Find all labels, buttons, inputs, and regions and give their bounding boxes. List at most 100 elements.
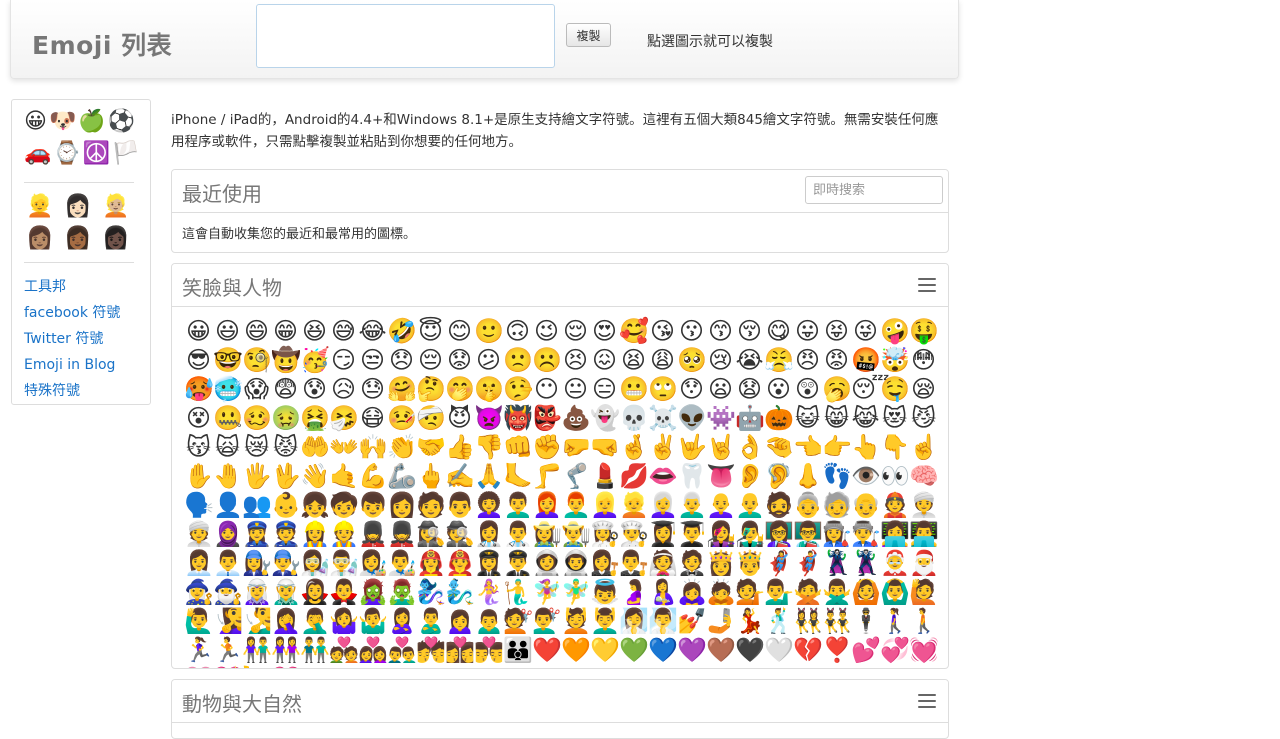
emoji-item[interactable]: 💜 (677, 636, 707, 665)
emoji-item[interactable]: 👨‍🚀 (561, 549, 591, 578)
emoji-item[interactable]: 👱 (619, 491, 649, 520)
emoji-item[interactable]: 👫 (242, 636, 272, 665)
emoji-item[interactable]: 👩‍🍳 (590, 520, 620, 549)
emoji-item[interactable]: 👯‍♀️ (793, 607, 823, 636)
emoji-item[interactable]: 💇‍♂️ (532, 607, 562, 636)
emoji-item[interactable]: 🕵️ (445, 520, 475, 549)
emoji-item[interactable]: 😌 (561, 317, 590, 346)
emoji-item[interactable]: 🤕 (416, 404, 446, 433)
emoji-item[interactable]: 👥 (242, 491, 272, 520)
emoji-item[interactable]: 👇 (880, 433, 910, 462)
emoji-item[interactable]: 👨‍🎓 (677, 520, 707, 549)
emoji-item[interactable]: 👄 (648, 462, 678, 491)
emoji-item[interactable]: 🏃‍♀️ (184, 636, 214, 665)
emoji-item[interactable]: 🦿 (561, 462, 591, 491)
emoji-item[interactable]: 👷‍♀️ (300, 520, 330, 549)
emoji-item[interactable]: 👨‍🚒 (445, 549, 475, 578)
emoji-item[interactable]: 👦 (358, 491, 388, 520)
emoji-item[interactable]: 🗣️ (184, 491, 214, 520)
emoji-item[interactable]: 🤬 (851, 346, 881, 375)
emoji-item[interactable]: 😐 (561, 375, 590, 404)
emoji-item[interactable]: 👨‍✈️ (503, 549, 533, 578)
emoji-item[interactable]: 🧠 (909, 462, 939, 491)
emoji-item[interactable]: 💖 (213, 665, 243, 668)
emoji-item[interactable]: 👱‍♀️ (590, 491, 620, 520)
emoji-item[interactable]: 🖕 (416, 462, 446, 491)
emoji-item[interactable]: 💔 (793, 636, 823, 665)
emoji-item[interactable]: 👨‍⚖️ (619, 549, 649, 578)
emoji-item[interactable]: 🧓 (822, 491, 852, 520)
emoji-item[interactable]: ❤️ (532, 636, 562, 665)
emoji-item[interactable]: 🙅‍♂️ (822, 578, 852, 607)
emoji-item[interactable]: 😬 (619, 375, 649, 404)
emoji-item[interactable]: 🙋 (909, 578, 939, 607)
emoji-item[interactable]: 🤛 (561, 433, 591, 462)
emoji-item[interactable]: 👩‍🚒 (416, 549, 446, 578)
emoji-item[interactable]: 😚 (735, 317, 764, 346)
emoji-item[interactable]: 👨‍💼 (213, 549, 243, 578)
emoji-item[interactable]: 😩 (648, 346, 677, 375)
emoji-item[interactable]: 👨‍⚕️ (503, 520, 533, 549)
emoji-item[interactable]: 👃 (793, 462, 823, 491)
emoji-item[interactable]: 💙 (648, 636, 678, 665)
emoji-item[interactable]: 🙇‍♀️ (677, 578, 707, 607)
emoji-item[interactable]: 🧚‍♂️ (561, 578, 591, 607)
emoji-item[interactable]: 👨‍🎨 (387, 549, 417, 578)
emoji-item[interactable]: 👩‍🏫 (764, 520, 794, 549)
emoji-item[interactable]: 🚶 (909, 607, 939, 636)
emoji-item[interactable]: 🤤 (880, 375, 910, 404)
emoji-item[interactable]: 🧝‍♀️ (242, 578, 272, 607)
emoji-item[interactable]: 🧞‍♀️ (416, 578, 446, 607)
emoji-item[interactable]: 🤣 (387, 317, 417, 346)
emoji-item[interactable]: 💄 (590, 462, 620, 491)
emoji-item[interactable]: 🧏‍♀️ (213, 607, 243, 636)
emoji-item[interactable]: 🥺 (677, 346, 707, 375)
emoji-item[interactable]: 🧝‍♂️ (271, 578, 301, 607)
emoji-item[interactable]: 😒 (358, 346, 387, 375)
emoji-item[interactable]: 👩‍🔬 (300, 549, 330, 578)
emoji-item[interactable]: 🤫 (474, 375, 504, 404)
emoji-item[interactable]: 🦶 (503, 462, 533, 491)
emoji-item[interactable]: 🥶 (213, 375, 243, 404)
emoji-item[interactable]: 😳 (909, 346, 938, 375)
emoji-item[interactable]: 😃 (213, 317, 242, 346)
emoji-item[interactable]: 🤦‍♂️ (300, 607, 330, 636)
emoji-item[interactable]: 🧙‍♂️ (213, 578, 243, 607)
emoji-item[interactable]: 😎 (184, 346, 213, 375)
emoji-item[interactable]: 😓 (358, 375, 387, 404)
emoji-item[interactable]: 👀 (880, 462, 910, 491)
skin-tone-default[interactable]: 👱 (26, 192, 64, 222)
emoji-item[interactable]: 😰 (300, 375, 329, 404)
emoji-item[interactable]: 🥵 (184, 375, 214, 404)
emoji-item[interactable]: 👩‍❤️‍👩 (358, 636, 388, 665)
emoji-item[interactable]: 😁 (271, 317, 300, 346)
category-travel-icon[interactable]: 🚗 (24, 141, 53, 166)
emoji-item[interactable]: 🤪 (880, 317, 910, 346)
emoji-item[interactable]: 👵 (793, 491, 823, 520)
emoji-item[interactable]: 😷 (358, 404, 387, 433)
emoji-item[interactable]: 👨‍🏭 (851, 520, 881, 549)
emoji-item[interactable]: 👽 (677, 404, 707, 433)
link-facebook-symbols[interactable]: facebook 符號 (24, 300, 120, 326)
emoji-item[interactable]: 💇 (503, 607, 533, 636)
emoji-item[interactable]: 🧡 (561, 636, 591, 665)
emoji-item[interactable]: 💞 (880, 636, 910, 665)
emoji-item[interactable]: 🤑 (909, 317, 939, 346)
emoji-item[interactable]: 💂‍♀️ (358, 520, 388, 549)
emoji-item[interactable]: 🧜‍♂️ (503, 578, 533, 607)
emoji-item[interactable]: 😶 (532, 375, 561, 404)
emoji-item[interactable]: 🤘 (706, 433, 736, 462)
emoji-item[interactable]: 😕 (474, 346, 503, 375)
emoji-item[interactable]: 🦸‍♀️ (764, 549, 794, 578)
emoji-item[interactable]: 👩‍🏭 (822, 520, 852, 549)
emoji-item[interactable]: 😢 (706, 346, 735, 375)
hamburger-menu-icon[interactable] (918, 278, 936, 292)
emoji-item[interactable]: 🤷‍♀️ (329, 607, 359, 636)
emoji-item[interactable]: 💛 (590, 636, 620, 665)
emoji-item[interactable]: 😫 (619, 346, 648, 375)
emoji-item[interactable]: ✊ (532, 433, 562, 462)
emoji-item[interactable]: 😞 (387, 346, 416, 375)
emoji-item[interactable]: 🙄 (648, 375, 678, 404)
emoji-item[interactable]: 😨 (271, 375, 300, 404)
category-symbols-icon[interactable]: ☮️ (83, 141, 112, 166)
